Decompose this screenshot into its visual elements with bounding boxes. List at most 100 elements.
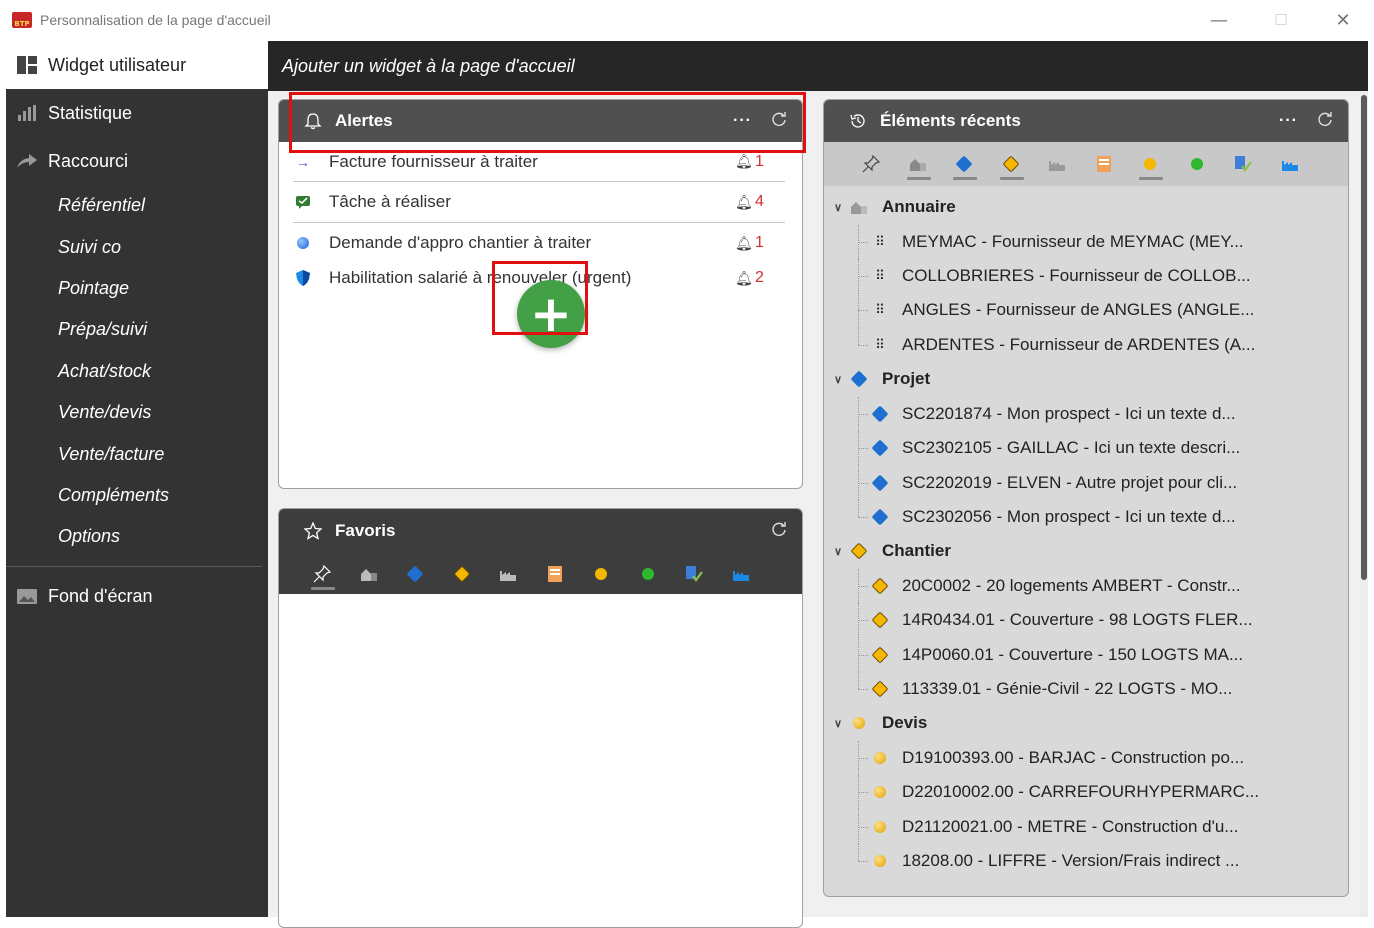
star-icon xyxy=(301,522,325,540)
tree-group-projet[interactable]: ∨ Projet xyxy=(824,362,1348,397)
tree-item[interactable]: D22010002.00 - CARREFOURHYPERMARC... xyxy=(824,775,1348,810)
chantier-icon xyxy=(848,542,870,560)
alert-text: Tâche à réaliser xyxy=(329,192,451,211)
buildings-icon[interactable] xyxy=(346,554,393,594)
projet-icon[interactable] xyxy=(941,144,988,184)
factory-icon[interactable] xyxy=(485,554,532,594)
check-doc-icon[interactable] xyxy=(1220,144,1267,184)
sidebar-divider xyxy=(6,565,262,567)
factory-icon[interactable] xyxy=(1034,144,1081,184)
projet-icon[interactable] xyxy=(392,554,439,594)
minimize-button[interactable]: — xyxy=(1188,0,1250,40)
recents-header: Éléments récents ··· xyxy=(824,100,1348,142)
tree-group-chantier[interactable]: ∨ Chantier xyxy=(824,534,1348,569)
sidebar-subitem-suivi-co[interactable]: Suivi co xyxy=(6,226,268,267)
sidebar-subitem-referentiel[interactable]: Référentiel xyxy=(6,185,268,226)
tree-item-label: D22010002.00 - CARREFOURHYPERMARC... xyxy=(902,782,1260,802)
projet-icon xyxy=(870,474,890,492)
tree-item-label: 14P0060.01 - Couverture - 150 LOGTS MA..… xyxy=(902,644,1244,664)
sidebar-item-widget-utilisateur[interactable]: Widget utilisateur xyxy=(6,41,268,89)
more-options-button[interactable]: ··· xyxy=(1279,112,1298,130)
chantier-icon xyxy=(870,577,890,595)
alert-text: Demande d'appro chantier à traiter xyxy=(329,233,592,252)
tree-item[interactable]: ⠿ ARDENTES - Fournisseur de ARDENTES (A..… xyxy=(824,327,1348,362)
scrollbar-thumb[interactable] xyxy=(1361,95,1367,580)
chevron-down-icon[interactable]: ∨ xyxy=(834,545,848,558)
sidebar-subitem-prepa-suivi[interactable]: Prépa/suivi xyxy=(6,309,268,350)
tree-item[interactable]: 20C0002 - 20 logements AMBERT - Constr..… xyxy=(824,568,1348,604)
sidebar-subitem-vente-devis[interactable]: Vente/devis xyxy=(6,392,268,433)
tree-item-label: D19100393.00 - BARJAC - Construction po.… xyxy=(902,747,1245,767)
alert-count: 4 xyxy=(755,193,764,210)
tree-item-label: SC2202019 - ELVEN - Autre projet pour cl… xyxy=(902,472,1238,492)
devis-icon[interactable] xyxy=(1127,144,1174,184)
alert-row[interactable]: Demande d'appro chantier à traiter 🔔︎ 1 xyxy=(293,224,785,262)
sidebar-item-label: Raccourci xyxy=(48,150,129,171)
tree-item[interactable]: 14R0434.01 - Couverture - 98 LOGTS FLER.… xyxy=(824,603,1348,638)
alert-text: Facture fournisseur à traiter xyxy=(329,151,538,171)
contact-grid-icon: ⠿ xyxy=(875,268,885,284)
tree-item[interactable]: D21120021.00 - METRE - Construction d'u.… xyxy=(824,809,1348,845)
close-button[interactable]: ✕ xyxy=(1312,0,1374,40)
sidebar-item-fond-ecran[interactable]: Fond d'écran xyxy=(6,573,268,621)
green-dot-icon[interactable] xyxy=(1174,144,1221,184)
tree-item[interactable]: ⠿ MEYMAC - Fournisseur de MEYMAC (MEY... xyxy=(824,224,1348,260)
factory-blue-icon[interactable] xyxy=(718,554,765,594)
tree-item[interactable]: 113339.01 - Génie-Civil - 22 LOGTS - MO.… xyxy=(824,671,1348,706)
alert-count: 2 xyxy=(755,269,764,286)
alert-count: 1 xyxy=(755,234,764,251)
tree-item-label: SC2302056 - Mon prospect - Ici un texte … xyxy=(902,506,1236,526)
sidebar-subitem-achat-stock[interactable]: Achat/stock xyxy=(6,351,268,392)
maximize-button[interactable]: ☐ xyxy=(1250,0,1312,40)
refresh-icon[interactable] xyxy=(1316,110,1334,133)
buildings-icon[interactable] xyxy=(895,144,942,184)
alert-row[interactable]: Tâche à réaliser 🔔︎ 4 xyxy=(293,182,785,223)
tree-item-label: 14R0434.01 - Couverture - 98 LOGTS FLER.… xyxy=(902,610,1253,630)
pin-icon[interactable] xyxy=(299,554,346,594)
pin-icon[interactable] xyxy=(848,144,895,184)
factory-blue-icon[interactable] xyxy=(1267,144,1314,184)
sidebar-subitem-options[interactable]: Options xyxy=(6,516,268,557)
green-dot-icon[interactable] xyxy=(625,554,672,594)
sidebar-item-label: Fond d'écran xyxy=(48,586,153,607)
devis-icon xyxy=(870,751,890,764)
tree-item[interactable]: 14P0060.01 - Couverture - 150 LOGTS MA..… xyxy=(824,637,1348,673)
sidebar-subitem-vente-facture[interactable]: Vente/facture xyxy=(6,433,268,474)
refresh-icon[interactable] xyxy=(770,520,788,543)
document-icon[interactable] xyxy=(1081,144,1128,184)
tree-group-label: Chantier xyxy=(882,541,951,561)
tree-item[interactable]: SC2202019 - ELVEN - Autre projet pour cl… xyxy=(824,465,1348,501)
chevron-down-icon[interactable]: ∨ xyxy=(834,201,848,214)
devis-icon[interactable] xyxy=(578,554,625,594)
tree-item[interactable]: SC2302056 - Mon prospect - Ici un texte … xyxy=(824,499,1348,534)
chevron-down-icon[interactable]: ∨ xyxy=(834,717,848,730)
tree-item[interactable]: D19100393.00 - BARJAC - Construction po.… xyxy=(824,740,1348,776)
sidebar-subitem-complements[interactable]: Compléments xyxy=(6,475,268,516)
shortcut-arrow-icon xyxy=(6,153,48,169)
sidebar-item-raccourci[interactable]: Raccourci xyxy=(6,137,268,185)
tree-item[interactable]: ⠿ COLLOBRIERES - Fournisseur de COLLOB... xyxy=(824,258,1348,294)
tree-group-devis[interactable]: ∨ Devis xyxy=(824,706,1348,741)
chevron-down-icon[interactable]: ∨ xyxy=(834,373,848,386)
check-doc-icon[interactable] xyxy=(671,554,718,594)
document-icon[interactable] xyxy=(532,554,579,594)
tree-item[interactable]: SC2201874 - Mon prospect - Ici un texte … xyxy=(824,396,1348,432)
tree-group-annuaire[interactable]: ∨ Annuaire xyxy=(824,190,1348,225)
tree-group-label: Devis xyxy=(882,713,928,733)
sidebar-item-statistique[interactable]: Statistique xyxy=(6,89,268,137)
tree-item[interactable]: ⠿ ANGLES - Fournisseur de ANGLES (ANGLE..… xyxy=(824,293,1348,329)
app-logo: BTP xyxy=(12,12,32,28)
favoris-widget[interactable]: Favoris xyxy=(278,508,803,928)
tree-item-label: 20C0002 - 20 logements AMBERT - Constr..… xyxy=(902,575,1241,595)
bell-icon: 🔔︎ xyxy=(735,234,753,251)
sidebar-subitem-pointage[interactable]: Pointage xyxy=(6,268,268,309)
tree-item-label: D21120021.00 - METRE - Construction d'u.… xyxy=(902,816,1239,836)
tree-item[interactable]: 18208.00 - LIFFRE - Version/Frais indire… xyxy=(824,843,1348,878)
chantier-icon[interactable] xyxy=(439,554,486,594)
chantier-icon xyxy=(870,611,890,629)
tree-group-label: Projet xyxy=(882,369,931,389)
tree-item[interactable]: SC2302105 - GAILLAC - Ici un texte descr… xyxy=(824,430,1348,466)
recents-widget[interactable]: Éléments récents ··· ∨ Annuaire ⠿ MEYMAC … xyxy=(823,99,1349,897)
chantier-icon[interactable] xyxy=(988,144,1035,184)
buildings-icon xyxy=(848,200,870,215)
